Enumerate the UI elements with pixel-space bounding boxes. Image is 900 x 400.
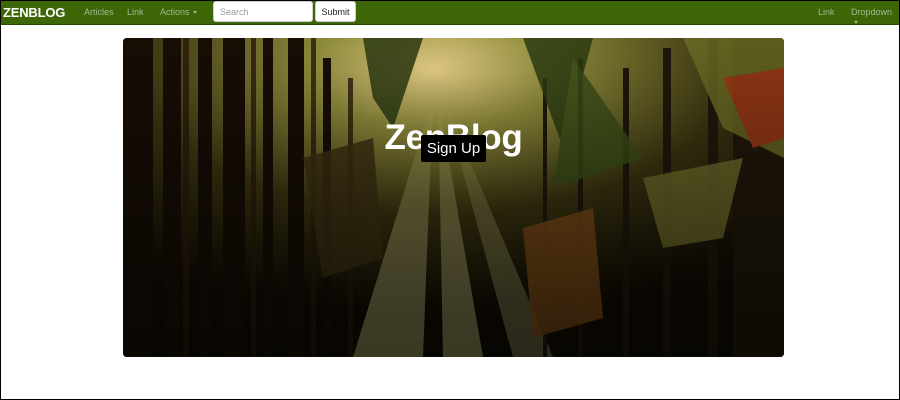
top-navbar: ZENBLOG Articles Link Actions Submit Lin…	[1, 1, 899, 25]
nav-link-articles[interactable]: Articles	[84, 7, 114, 17]
forest-background-image	[123, 38, 784, 357]
nav-actions-dropdown[interactable]: Actions	[160, 7, 197, 17]
nav-dropdown[interactable]: Dropdown	[851, 7, 899, 27]
nav-actions-label: Actions	[160, 7, 190, 17]
caret-down-icon	[854, 21, 858, 25]
sign-up-button[interactable]: Sign Up	[421, 135, 486, 162]
nav-link-right[interactable]: Link	[818, 7, 835, 17]
search-input[interactable]	[213, 1, 313, 22]
brand-logo[interactable]: ZENBLOG	[3, 5, 65, 20]
nav-link-link[interactable]: Link	[127, 7, 144, 17]
hero-banner: ZenBlog Sign Up	[123, 38, 784, 357]
submit-button[interactable]: Submit	[315, 1, 356, 22]
caret-down-icon	[192, 11, 197, 15]
nav-dropdown-label: Dropdown	[851, 7, 893, 17]
